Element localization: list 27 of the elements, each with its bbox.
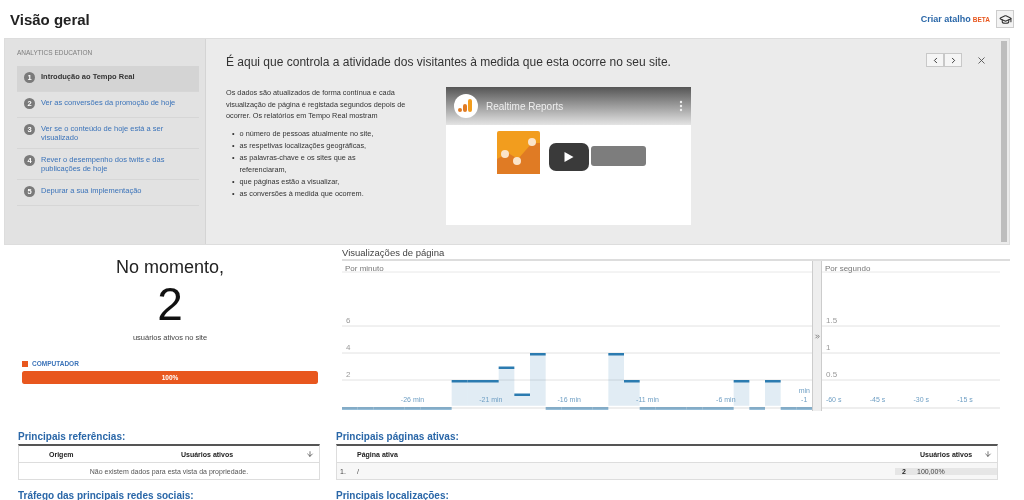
section-heading: Principais páginas ativas: — [336, 431, 460, 442]
play-icon — [564, 152, 574, 162]
video-title: Realtime Reports — [486, 100, 565, 112]
axis-tick-label: 4 — [346, 343, 351, 352]
analytics-logo-icon — [454, 94, 478, 118]
scrollbar[interactable] — [1001, 41, 1007, 242]
axis-tick-label: 1 — [826, 343, 831, 352]
active-users-count: 2 — [157, 281, 183, 327]
headline: É aqui que controla a atividade dos visitantes à medida que esta ocorre no seu site. — [226, 55, 672, 69]
play-button[interactable] — [549, 143, 589, 171]
chart-title: Por minuto — [345, 264, 384, 273]
expand-toggle[interactable] — [812, 261, 822, 411]
section-heading: Principais referências: — [18, 431, 127, 442]
chevron-right-icon — [813, 332, 821, 340]
graduation-cap-icon[interactable] — [996, 10, 1014, 28]
axis-tick-label: 1.5 — [826, 316, 838, 325]
sort-arrow-icon[interactable] — [984, 450, 992, 458]
axis-tick-label: 2 — [346, 370, 351, 379]
axis-tick-label: 6 — [346, 316, 351, 325]
now-label: No momento, — [115, 257, 224, 278]
sort-arrow-icon[interactable] — [306, 450, 314, 458]
more-options-icon[interactable] — [679, 100, 683, 112]
close-icon[interactable] — [976, 54, 987, 66]
chart-heading: Visualizações de página — [342, 245, 1010, 261]
chart-title: Por segundo — [825, 264, 871, 273]
axis-tick-label: 0.5 — [826, 370, 838, 379]
page-title: Visão geral — [10, 10, 90, 28]
